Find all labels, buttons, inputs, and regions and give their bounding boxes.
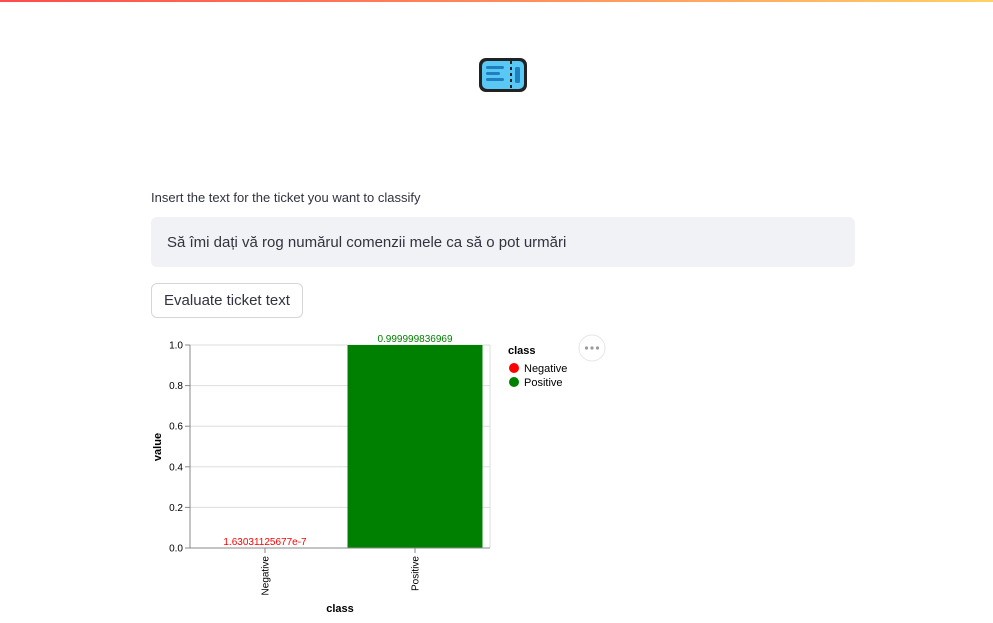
y-tick-label: 0.4 (169, 462, 183, 473)
legend-swatch-positive (509, 377, 519, 387)
y-tick-label: 0.0 (169, 544, 183, 555)
bar-positive (347, 345, 483, 548)
top-decoration-bar (0, 0, 993, 2)
ticket-text-input[interactable] (151, 217, 855, 267)
chart-actions-menu[interactable] (578, 334, 606, 362)
legend-swatch-negative (509, 363, 519, 373)
x-axis-title: class (326, 603, 354, 615)
y-tick-label: 0.8 (169, 381, 183, 392)
y-tick-label: 1.0 (169, 341, 183, 352)
chart-bars: 1.63031125677e-7 0.999999836969 (223, 334, 483, 548)
chart-legend: class Negative Positive (508, 345, 567, 389)
evaluate-ticket-button[interactable]: Evaluate ticket text (151, 283, 303, 318)
more-horizontal-icon (584, 346, 600, 350)
y-tick-label: 0.6 (169, 422, 183, 433)
y-axis-title: value (152, 433, 164, 461)
legend-label-positive: Positive (524, 377, 563, 389)
legend-title: class (508, 345, 536, 357)
legend-label-negative: Negative (524, 363, 567, 375)
bar-value-label-positive: 0.999999836969 (377, 334, 453, 345)
x-tick-label-negative: Negative (261, 556, 272, 596)
x-tick-label-positive: Positive (411, 556, 422, 591)
classification-bar-chart: 1.63031125677e-7 0.999999836969 0.0 0.2 0.4… (152, 334, 606, 615)
ticket-icon (477, 56, 529, 94)
y-tick-label: 0.2 (169, 503, 183, 514)
bar-value-label-negative: 1.63031125677e-7 (223, 537, 307, 548)
ticket-text-label: Insert the text for the ticket you want … (151, 190, 421, 205)
